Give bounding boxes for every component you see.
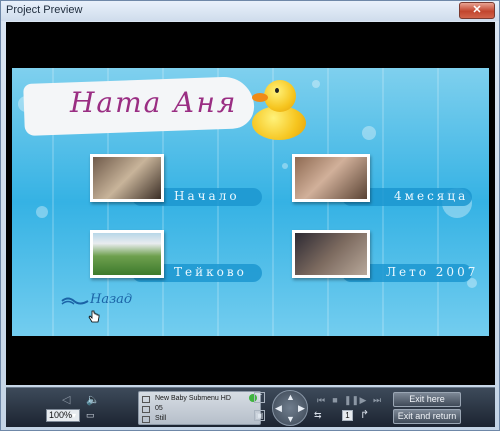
menu-item-label: Тейково	[174, 265, 247, 279]
menu-item-leto-2007[interactable]: Лето 2007	[282, 230, 482, 290]
still-icon	[142, 416, 150, 423]
menu-item-label: Начало	[174, 189, 240, 203]
menu-template-name: New Baby Submenu HD	[155, 395, 231, 402]
close-button[interactable]: ✕	[459, 2, 495, 19]
title-bar[interactable]: Project Preview ✕	[1, 1, 499, 21]
pause-icon[interactable]: ❚❚	[344, 395, 359, 405]
menu-item-thumbnail	[90, 230, 164, 278]
menu-item-teikovo[interactable]: Тейково	[82, 230, 262, 290]
frame-icon[interactable]: ▣	[254, 410, 265, 421]
window-title: Project Preview	[6, 4, 83, 16]
stop-icon[interactable]: ■	[330, 395, 340, 405]
volume-icon[interactable]: 🔈	[86, 393, 100, 406]
menu-item-4mesyatsa[interactable]: 4месяца	[282, 154, 482, 214]
next-chapter-icon[interactable]: ⏭	[372, 395, 382, 405]
project-preview-window: Project Preview ✕ Ната Аня Начало 4месяц…	[0, 0, 500, 431]
background-mode: Still	[155, 415, 167, 422]
chapter-number: 05	[155, 405, 163, 412]
rubber-duck-icon	[248, 76, 308, 146]
text-icon[interactable]: T	[254, 392, 265, 403]
return-icon[interactable]: ↱	[360, 408, 369, 421]
menu-item-thumbnail	[292, 154, 370, 202]
nav-down-icon[interactable]: ▼	[286, 415, 295, 424]
page-number[interactable]: 1	[342, 410, 353, 421]
back-label: Назад	[90, 292, 133, 307]
menu-title: Ната Аня	[70, 86, 238, 119]
nav-left-icon[interactable]: ◀	[275, 404, 282, 413]
menu-info-panel: New Baby Submenu HD 05 Still	[138, 391, 261, 425]
menu-item-label: Лето 2007	[386, 265, 479, 279]
chevron-down-icon[interactable]: ▾	[72, 409, 82, 422]
previous-chapter-icon[interactable]: ⏮	[316, 395, 326, 405]
aspect-icon[interactable]: ▭	[86, 410, 95, 421]
chapter-icon	[142, 406, 150, 413]
subtitle-icon[interactable]: ⇆	[314, 410, 322, 421]
close-icon: ✕	[472, 4, 482, 16]
dvd-menu-preview: Ната Аня Начало 4месяца Тейково Лето 200…	[12, 68, 489, 336]
navigation-pad[interactable]: ▲ ▼ ◀ ▶	[272, 390, 308, 426]
menu-item-label: 4месяца	[394, 189, 469, 203]
exit-and-return-button[interactable]: Exit and return	[393, 409, 461, 424]
menu-item-nachalo[interactable]: Начало	[82, 154, 262, 214]
hand-cursor-icon	[88, 310, 100, 323]
play-icon[interactable]: ▶	[358, 395, 368, 405]
nav-up-icon[interactable]: ▲	[286, 393, 295, 402]
exit-here-button[interactable]: Exit here	[393, 392, 461, 407]
menu-item-thumbnail	[292, 230, 370, 278]
rewind-icon[interactable]: ◁	[62, 393, 70, 406]
menu-icon	[142, 396, 150, 403]
nav-right-icon[interactable]: ▶	[298, 404, 305, 413]
preview-control-bar: 🔈 ▭ ◁ 100% ▾ New Baby Submenu HD 05 Stil…	[6, 387, 495, 427]
back-arrow-icon	[61, 297, 89, 305]
menu-item-thumbnail	[90, 154, 164, 202]
preview-viewport: Ната Аня Начало 4месяца Тейково Лето 200…	[6, 22, 495, 385]
